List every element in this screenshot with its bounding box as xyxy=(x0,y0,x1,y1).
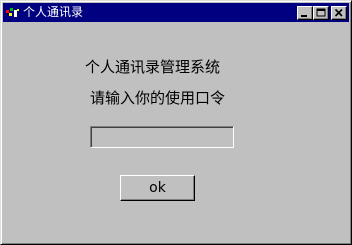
close-icon xyxy=(334,8,343,17)
window-title: 个人通讯录 xyxy=(23,5,84,19)
login-window: 个人通讯录 个人通讯录管理系统 请输入你的使用口令 ok xyxy=(0,0,352,245)
title-bar[interactable]: 个人通讯录 xyxy=(3,3,349,22)
maximize-button[interactable] xyxy=(313,6,329,20)
maximize-icon xyxy=(316,8,326,17)
minimize-button[interactable] xyxy=(297,6,313,20)
password-prompt: 请输入你的使用口令 xyxy=(90,89,226,107)
app-icon[interactable] xyxy=(5,5,21,19)
ok-button[interactable]: ok xyxy=(120,175,195,201)
close-button[interactable] xyxy=(331,6,347,20)
password-input[interactable] xyxy=(90,126,234,148)
system-heading: 个人通讯录管理系统 xyxy=(85,58,221,76)
minimize-icon xyxy=(301,15,307,17)
